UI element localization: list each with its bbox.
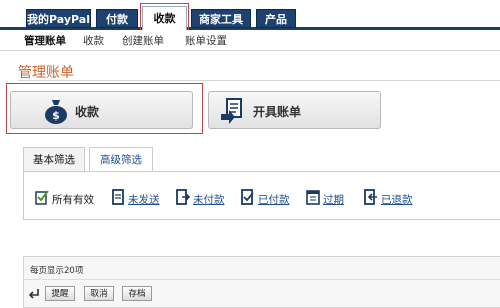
check-document-icon xyxy=(35,190,49,205)
subnav-collect[interactable]: 收款 xyxy=(83,33,104,48)
tab-my-paypal[interactable]: 我的PayPal xyxy=(26,9,91,28)
filter-unsent-label: 未发送 xyxy=(128,194,160,206)
create-invoice-label: 开具账单 xyxy=(253,105,302,119)
create-invoice-button[interactable]: 开具账单 xyxy=(208,91,381,129)
filter-paid-label: 已付款 xyxy=(258,194,290,206)
subnav-manage-invoices[interactable]: 管理账单 xyxy=(24,33,66,48)
return-arrow-icon xyxy=(28,289,39,299)
invoice-document-icon xyxy=(221,98,242,124)
page-title: 管理账单 xyxy=(18,65,74,81)
subnav-divider xyxy=(0,50,500,51)
subnav-create-invoice[interactable]: 创建账单 xyxy=(122,33,164,48)
top-nav-bar: 我的PayPal 付款 收款 商家工具 产品 xyxy=(0,0,500,31)
filter-unpaid-label: 未付款 xyxy=(193,194,225,206)
filter-expired-label: 过期 xyxy=(323,194,344,206)
cancel-button[interactable]: 取消 xyxy=(84,286,114,301)
remind-button[interactable]: 提醒 xyxy=(45,286,75,301)
calendar-icon xyxy=(306,190,320,205)
highlight-frame-tab xyxy=(140,3,189,32)
subnav-invoice-settings[interactable]: 账单设置 xyxy=(185,33,227,48)
per-page-text: 每页显示20项 xyxy=(30,266,84,276)
refund-document-icon xyxy=(364,189,377,205)
title-divider xyxy=(18,80,500,81)
tab-pay[interactable]: 付款 xyxy=(96,9,138,28)
tab-advanced-filter[interactable]: 高级筛选 xyxy=(89,147,153,172)
filter-refunded-label: 已退款 xyxy=(381,194,413,206)
sub-nav: 管理账单 收款 创建账单 账单设置 xyxy=(0,30,500,52)
tab-products[interactable]: 产品 xyxy=(256,9,296,28)
list-divider xyxy=(23,279,500,280)
tab-basic-filter[interactable]: 基本筛选 xyxy=(23,147,85,172)
tab-merchant-tools[interactable]: 商家工具 xyxy=(191,9,251,28)
highlight-frame-collect xyxy=(6,83,203,134)
document-icon xyxy=(112,189,124,205)
check-document-icon xyxy=(241,189,254,205)
archive-button[interactable]: 存档 xyxy=(122,286,152,301)
filter-all-active-label: 所有有效 xyxy=(52,194,94,206)
document-arrow-icon xyxy=(176,189,190,205)
